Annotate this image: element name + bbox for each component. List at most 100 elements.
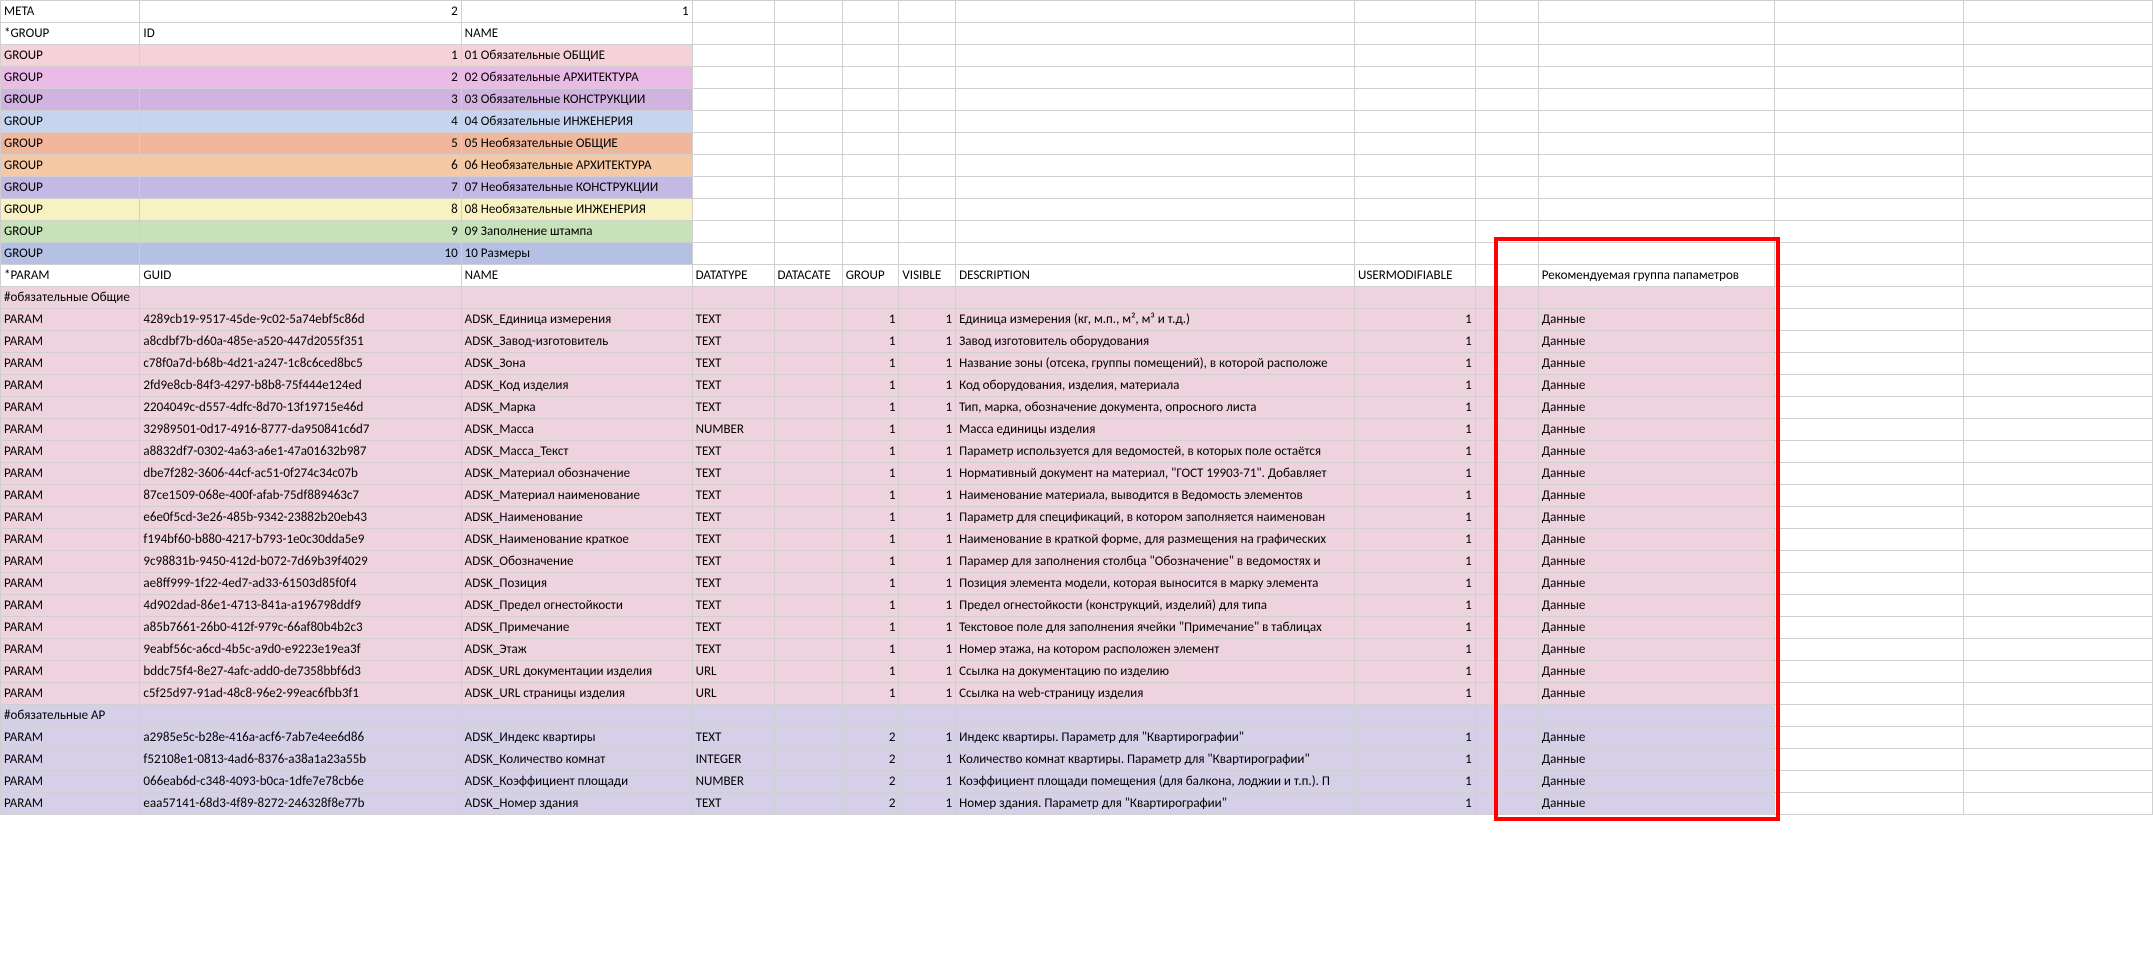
param-datatype[interactable]: TEXT [692, 595, 774, 617]
param-desc[interactable]: Масса единицы изделия [956, 419, 1355, 441]
param-usermod[interactable]: 1 [1355, 353, 1476, 375]
param-guid[interactable]: 066eab6d-c348-4093-b0ca-1dfe7e78cb6e [140, 771, 461, 793]
group-row-label[interactable]: GROUP [1, 67, 140, 89]
group-row-id[interactable]: 10 [140, 243, 461, 265]
spreadsheet-table[interactable]: META21*GROUPIDNAMEGROUP101 Обязательные … [0, 0, 2153, 815]
param-name[interactable]: ADSK_URL документации изделия [461, 661, 692, 683]
group-row-label[interactable]: GROUP [1, 243, 140, 265]
cell[interactable] [461, 705, 692, 727]
param-visible[interactable]: 1 [899, 771, 956, 793]
param-visible[interactable]: 1 [899, 507, 956, 529]
cell[interactable] [956, 133, 1355, 155]
param-visible[interactable]: 1 [899, 639, 956, 661]
cell[interactable] [1963, 243, 2152, 265]
param-datatype[interactable]: TEXT [692, 309, 774, 331]
cell[interactable] [1774, 683, 1963, 705]
param-visible[interactable]: 1 [899, 529, 956, 551]
cell[interactable] [774, 133, 842, 155]
param-rec[interactable]: Данные [1538, 683, 1774, 705]
param-group[interactable]: 1 [842, 309, 899, 331]
param-datatype[interactable]: TEXT [692, 529, 774, 551]
param-group[interactable]: 1 [842, 397, 899, 419]
cell[interactable] [774, 705, 842, 727]
param-label[interactable]: PARAM [1, 639, 140, 661]
param-rec[interactable]: Данные [1538, 749, 1774, 771]
cell[interactable] [1475, 639, 1538, 661]
param-desc[interactable]: Наименование в краткой форме, для размещ… [956, 529, 1355, 551]
cell[interactable] [692, 111, 774, 133]
cell[interactable] [1963, 155, 2152, 177]
param-usermod[interactable]: 1 [1355, 529, 1476, 551]
cell[interactable] [1538, 705, 1774, 727]
cell[interactable] [692, 45, 774, 67]
group-row-label[interactable]: GROUP [1, 155, 140, 177]
param-name[interactable]: ADSK_Масса_Текст [461, 441, 692, 463]
cell[interactable] [1774, 265, 1963, 287]
param-datatype[interactable]: INTEGER [692, 749, 774, 771]
cell[interactable] [1475, 727, 1538, 749]
cell[interactable] [842, 221, 899, 243]
cell[interactable] [842, 199, 899, 221]
param-hdr-datatype[interactable]: DATATYPE [692, 265, 774, 287]
param-rec[interactable]: Данные [1538, 485, 1774, 507]
cell[interactable] [1475, 309, 1538, 331]
param-group[interactable]: 1 [842, 331, 899, 353]
cell[interactable] [1963, 463, 2152, 485]
param-desc[interactable]: Тип, марка, обозначение документа, опрос… [956, 397, 1355, 419]
cell[interactable] [1774, 155, 1963, 177]
param-rec[interactable]: Данные [1538, 353, 1774, 375]
cell[interactable] [1963, 309, 2152, 331]
param-datacate[interactable] [774, 441, 842, 463]
cell[interactable] [1774, 749, 1963, 771]
param-group[interactable]: 1 [842, 683, 899, 705]
param-rec[interactable]: Данные [1538, 551, 1774, 573]
cell[interactable] [1774, 617, 1963, 639]
param-guid[interactable]: a85b7661-26b0-412f-979c-66af80b4b2c3 [140, 617, 461, 639]
group-row-id[interactable]: 6 [140, 155, 461, 177]
cell[interactable] [842, 133, 899, 155]
cell[interactable] [1475, 199, 1538, 221]
cell[interactable] [899, 89, 956, 111]
param-hdr-visible[interactable]: VISIBLE [899, 265, 956, 287]
cell[interactable] [774, 243, 842, 265]
cell[interactable] [956, 155, 1355, 177]
cell[interactable] [774, 111, 842, 133]
cell[interactable] [842, 111, 899, 133]
param-group[interactable]: 1 [842, 463, 899, 485]
param-hdr-rec[interactable]: Рекомендуемая группа папаметров [1538, 265, 1774, 287]
param-guid[interactable]: 9eabf56c-a6cd-4b5c-a9d0-e9223e19ea3f [140, 639, 461, 661]
cell[interactable] [1774, 595, 1963, 617]
param-label[interactable]: PARAM [1, 793, 140, 815]
cell[interactable] [1774, 1, 1963, 23]
param-group[interactable]: 2 [842, 793, 899, 815]
cell[interactable] [1963, 771, 2152, 793]
cell[interactable] [1963, 661, 2152, 683]
cell[interactable] [899, 287, 956, 309]
cell[interactable] [1774, 309, 1963, 331]
cell[interactable] [692, 287, 774, 309]
cell[interactable] [842, 243, 899, 265]
cell[interactable] [774, 67, 842, 89]
param-desc[interactable]: Предел огнестойкости (конструкций, издел… [956, 595, 1355, 617]
param-datacate[interactable] [774, 507, 842, 529]
param-desc[interactable]: Индекс квартиры. Параметр для "Квартирог… [956, 727, 1355, 749]
param-label[interactable]: PARAM [1, 441, 140, 463]
param-datatype[interactable]: TEXT [692, 727, 774, 749]
cell[interactable] [842, 1, 899, 23]
cell[interactable] [1538, 89, 1774, 111]
cell[interactable] [1774, 111, 1963, 133]
param-group[interactable]: 1 [842, 441, 899, 463]
group-hdr-id[interactable]: ID [140, 23, 461, 45]
cell[interactable] [1355, 199, 1476, 221]
param-name[interactable]: ADSK_Коэффициент площади [461, 771, 692, 793]
cell[interactable] [1475, 67, 1538, 89]
param-group[interactable]: 1 [842, 639, 899, 661]
param-visible[interactable]: 1 [899, 353, 956, 375]
group-row-id[interactable]: 1 [140, 45, 461, 67]
cell[interactable] [1774, 771, 1963, 793]
meta-c[interactable]: 1 [461, 1, 692, 23]
param-rec[interactable]: Данные [1538, 661, 1774, 683]
param-visible[interactable]: 1 [899, 419, 956, 441]
cell[interactable] [1475, 133, 1538, 155]
cell[interactable] [1355, 155, 1476, 177]
